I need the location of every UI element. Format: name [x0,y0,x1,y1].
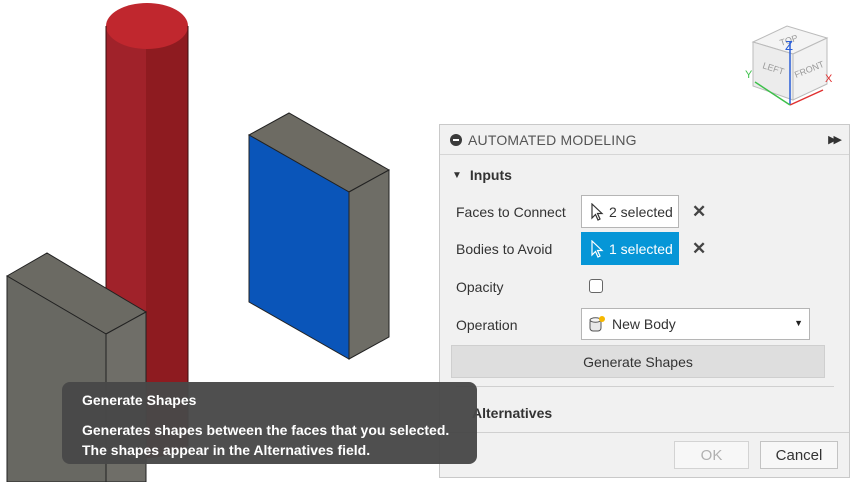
new-body-icon [589,316,605,332]
axis-z-label: Z [785,38,793,53]
footer-divider [440,432,849,433]
bodies-to-avoid-selector[interactable]: 1 selected [581,232,679,265]
collapse-icon[interactable] [450,133,462,146]
section-divider [456,386,834,387]
operation-value: New Body [612,316,676,332]
operation-dropdown[interactable]: New Body ▼ [581,308,810,340]
alternatives-section-header[interactable]: Alternatives [472,405,552,421]
axis-y-label: Y [745,69,753,81]
collapse-triangle-icon: ▼ [452,169,462,181]
generate-shapes-button[interactable]: Generate Shapes [451,345,825,378]
dialog-title: AUTOMATED MODELING [468,131,637,148]
cursor-icon [591,202,604,221]
bodies-to-avoid-value: 1 selected [609,240,673,257]
operation-label: Operation [456,317,518,333]
automated-modeling-dialog: AUTOMATED MODELING ▶▶ ▼ Inputs Faces to … [439,124,850,478]
dialog-header: AUTOMATED MODELING ▶▶ [440,125,849,155]
tooltip-title: Generate Shapes [82,392,197,408]
opacity-label: Opacity [456,279,504,295]
expand-panel-icon[interactable]: ▶▶ [828,133,842,146]
view-cube[interactable]: TOP LEFT FRONT Z X Y [735,20,835,110]
chevron-down-icon: ▼ [794,318,803,328]
cancel-button[interactable]: Cancel [760,441,838,469]
clear-bodies-icon[interactable]: ✕ [692,239,706,259]
inputs-section-header[interactable]: ▼ Inputs [452,167,512,183]
ok-button[interactable]: OK [674,441,749,469]
cursor-icon [591,239,604,258]
clear-faces-icon[interactable]: ✕ [692,202,706,222]
alternatives-section-label: Alternatives [472,405,553,421]
bodies-to-avoid-label: Bodies to Avoid [456,241,553,257]
faces-to-connect-value: 2 selected [609,203,673,220]
tooltip-body: Generates shapes between the faces that … [82,422,450,458]
inputs-section-label: Inputs [469,167,512,183]
generate-shapes-tooltip: Generate Shapes Generates shapes between… [62,382,477,464]
axis-x-label: X [825,73,833,85]
faces-to-connect-label: Faces to Connect [456,204,566,220]
opacity-checkbox[interactable] [589,279,603,293]
right-box-body[interactable] [247,112,391,360]
faces-to-connect-selector[interactable]: 2 selected [581,195,679,228]
